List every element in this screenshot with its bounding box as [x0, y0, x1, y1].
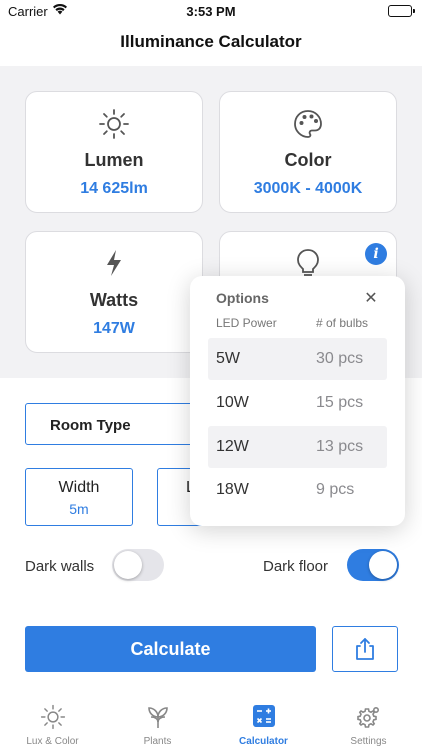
color-title: Color [284, 150, 332, 170]
info-icon[interactable]: i [365, 243, 387, 265]
page-title: Illuminance Calculator [120, 32, 302, 51]
option-bulbs: 9 pcs [316, 481, 355, 498]
status-bar: Carrier 3:53 PM [0, 0, 422, 24]
color-card[interactable]: Color 3000K - 4000K [219, 91, 397, 213]
option-power: 18W [216, 481, 249, 498]
col-header-power: LED Power [216, 316, 277, 330]
tab-bar: Lux & Color Plants Calculator Settings [0, 698, 422, 750]
tab-label: Plants [143, 736, 172, 747]
lumen-title: Lumen [84, 150, 144, 170]
options-popover: Options ✕ LED Power # of bulbs 5W 30 pcs… [190, 276, 405, 526]
option-row[interactable]: 12W 13 pcs [208, 426, 387, 468]
share-icon [356, 638, 374, 660]
lumen-value: 14 625lm [80, 180, 148, 197]
watts-value: 147W [93, 320, 135, 337]
lumen-card[interactable]: Lumen 14 625lm [25, 91, 203, 213]
gear-icon [316, 704, 421, 732]
option-bulbs: 15 pcs [316, 394, 364, 411]
sun-icon [0, 704, 105, 732]
battery-icon [388, 5, 415, 17]
tab-label: Lux & Color [26, 736, 79, 747]
tab-lux-color[interactable]: Lux & Color [0, 698, 105, 750]
width-field[interactable]: Width 5m [25, 468, 133, 526]
palette-icon [220, 108, 396, 138]
option-row[interactable]: 18W 9 pcs [208, 469, 387, 511]
calculator-icon [211, 704, 316, 732]
color-value: 3000K - 4000K [253, 180, 363, 197]
tab-calculator[interactable]: Calculator [211, 698, 316, 750]
width-value: 5m [69, 501, 89, 517]
option-row[interactable]: 5W 30 pcs [208, 338, 387, 380]
tab-label: Calculator [239, 736, 288, 747]
option-power: 10W [216, 394, 249, 411]
close-icon[interactable]: ✕ [362, 288, 380, 308]
room-type-label: Room Type [50, 417, 131, 434]
width-label: Width [58, 479, 100, 496]
calculate-button[interactable]: Calculate [25, 626, 316, 672]
col-header-bulbs: # of bulbs [316, 316, 369, 330]
plant-icon [105, 704, 210, 732]
tab-label: Settings [350, 736, 387, 747]
option-bulbs: 30 pcs [316, 350, 364, 367]
clock: 3:53 PM [186, 4, 236, 19]
tab-plants[interactable]: Plants [105, 698, 210, 750]
watts-card[interactable]: Watts 147W [25, 231, 203, 353]
tab-settings[interactable]: Settings [316, 698, 421, 750]
lightning-icon [26, 248, 202, 278]
popover-title: Options [216, 290, 269, 306]
dark-walls-label: Dark walls [25, 558, 95, 575]
option-bulbs: 13 pcs [316, 438, 364, 455]
option-row[interactable]: 10W 15 pcs [208, 382, 387, 424]
dark-walls-toggle[interactable] [112, 549, 164, 581]
option-power: 5W [216, 350, 240, 367]
option-power: 12W [216, 438, 249, 455]
watts-title: Watts [89, 290, 139, 310]
sun-icon [26, 108, 202, 139]
dark-floor-toggle[interactable] [347, 549, 399, 581]
dark-floor-label: Dark floor [263, 558, 329, 575]
share-button[interactable] [332, 626, 398, 672]
